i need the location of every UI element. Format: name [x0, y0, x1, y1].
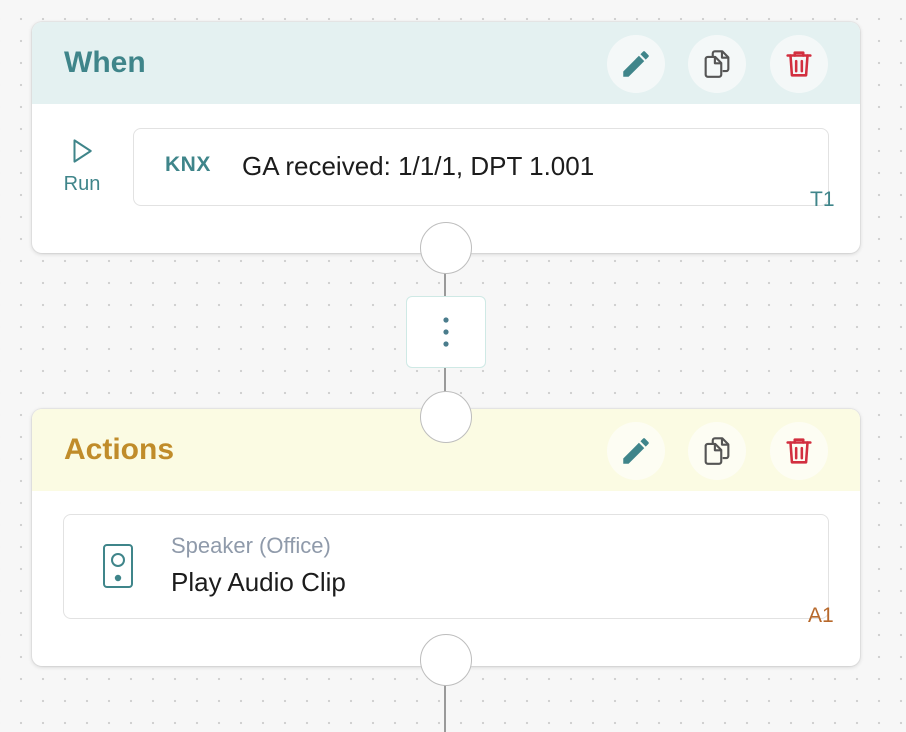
trigger-id-label: T1: [810, 188, 835, 211]
flow-line-bottom: [444, 684, 446, 732]
trigger-item[interactable]: KNX GA received: 1/1/1, DPT 1.001: [133, 128, 829, 206]
edit-actions-button[interactable]: [607, 422, 665, 480]
delete-trigger-button[interactable]: [770, 35, 828, 93]
speaker-icon: [103, 544, 133, 588]
trigger-output-connector[interactable]: [420, 222, 472, 274]
copy-icon: [704, 437, 730, 465]
actions-input-connector[interactable]: [420, 391, 472, 443]
action-item[interactable]: Speaker (Office) Play Audio Clip: [63, 514, 829, 619]
duplicate-trigger-button[interactable]: [688, 35, 746, 93]
delete-actions-button[interactable]: [770, 422, 828, 480]
trash-icon: [786, 438, 812, 464]
action-id-label: A1: [808, 604, 834, 627]
run-label: Run: [63, 173, 101, 195]
edit-trigger-button[interactable]: [607, 35, 665, 93]
actions-output-connector[interactable]: [420, 634, 472, 686]
pencil-icon: [623, 51, 649, 77]
pencil-icon: [623, 438, 649, 464]
action-description: Play Audio Clip: [171, 567, 346, 597]
vertical-ellipsis-icon: [443, 317, 449, 347]
knx-badge: KNX: [165, 153, 211, 176]
play-icon: [73, 139, 92, 163]
copy-icon: [704, 50, 730, 78]
actions-section-title: Actions: [64, 433, 175, 466]
run-trigger-button[interactable]: Run: [60, 136, 104, 196]
more-options-button[interactable]: [406, 296, 486, 368]
trash-icon: [786, 51, 812, 77]
actions-card: Actions Speaker (Office) Play Audio Clip…: [32, 409, 860, 666]
action-device-label: Speaker (Office): [171, 533, 331, 558]
duplicate-actions-button[interactable]: [688, 422, 746, 480]
trigger-card-header: When: [32, 22, 860, 104]
trigger-description: GA received: 1/1/1, DPT 1.001: [242, 151, 595, 181]
trigger-section-title: When: [64, 46, 146, 79]
trigger-card: When Run KNX GA received: 1/1/1, DPT 1.0…: [32, 22, 860, 253]
